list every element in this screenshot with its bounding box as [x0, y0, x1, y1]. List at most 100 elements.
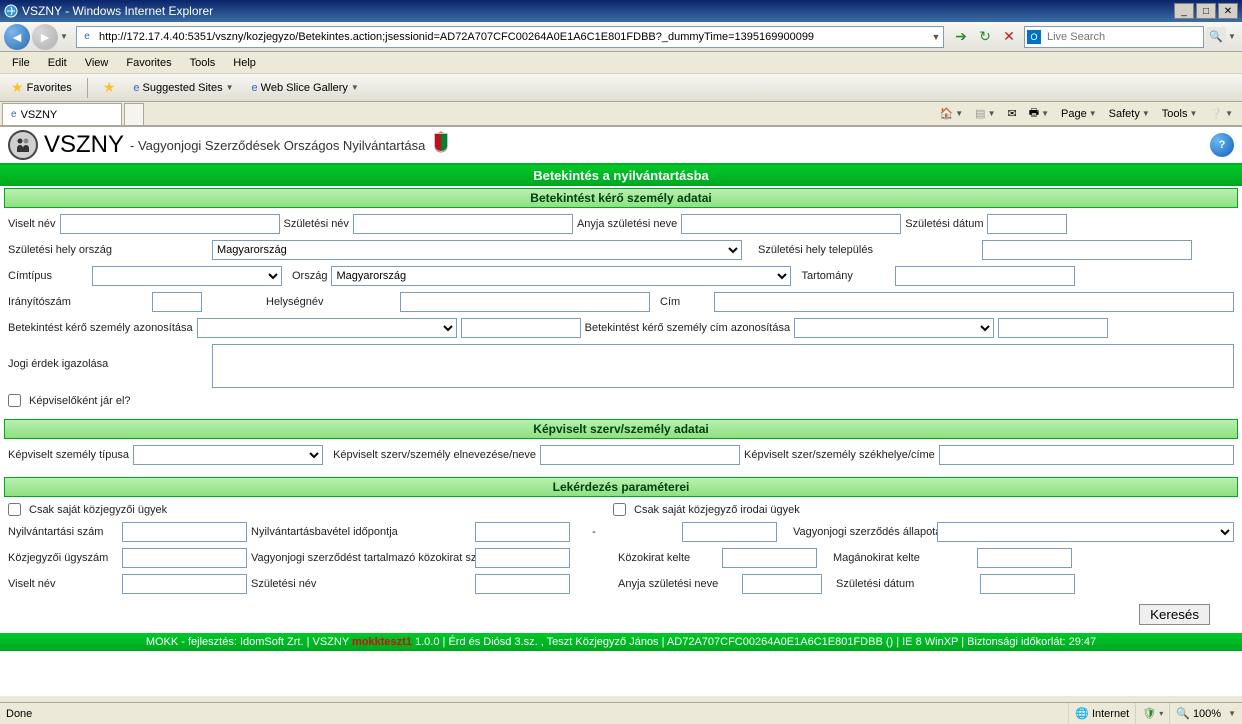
tools-menu[interactable]: Tools▼	[1157, 105, 1203, 123]
input-iranyitoszam[interactable]	[152, 292, 202, 312]
app-scroll-area[interactable]: Betekintés a nyilvántartásba Betekintést…	[0, 165, 1242, 695]
web-slice-gallery[interactable]: eWeb Slice Gallery▼	[245, 79, 366, 97]
input-szul-hely-telepules[interactable]	[982, 240, 1192, 260]
new-tab-button[interactable]	[124, 103, 144, 125]
tab-vszny[interactable]: e VSZNY	[2, 103, 122, 125]
search-input[interactable]	[1043, 31, 1203, 43]
refresh-button[interactable]: ↻	[974, 26, 996, 48]
input-anyja-neve[interactable]	[681, 214, 901, 234]
address-bar: e ▼	[76, 26, 944, 48]
label-kepviselokent: Képviselőként jár el?	[29, 395, 131, 407]
select-cim-azon[interactable]	[794, 318, 994, 338]
menu-view[interactable]: View	[77, 55, 117, 71]
forward-button[interactable]: ►	[32, 24, 58, 50]
search-box: O	[1024, 26, 1204, 48]
tab-label: VSZNY	[21, 109, 58, 121]
input-nyilv-ido-to[interactable]	[682, 522, 777, 542]
select-szul-hely-orszag[interactable]: Magyarország	[212, 240, 742, 260]
section-2-heading: Képviselt szerv/személy adatai	[4, 419, 1238, 439]
feeds-button[interactable]: ▤▼	[970, 104, 1000, 123]
page-menu[interactable]: Page▼	[1056, 105, 1102, 123]
input-cim[interactable]	[714, 292, 1234, 312]
input-q-szuletesi-nev[interactable]	[475, 574, 570, 594]
input-maganokirat-kelte[interactable]	[977, 548, 1072, 568]
input-cim-azon-val[interactable]	[998, 318, 1108, 338]
menu-file[interactable]: File	[4, 55, 38, 71]
minimize-button[interactable]: _	[1174, 3, 1194, 19]
search-provider-dropdown[interactable]: ▼	[1228, 32, 1238, 41]
input-kepviselt-nev[interactable]	[540, 445, 740, 465]
input-nyilv-ido-from[interactable]	[475, 522, 570, 542]
select-azon[interactable]	[197, 318, 457, 338]
input-helysegnev[interactable]	[400, 292, 650, 312]
input-q-anyja-neve[interactable]	[742, 574, 822, 594]
menu-tools[interactable]: Tools	[182, 55, 224, 71]
label-q-szuletesi-datum: Születési dátum	[836, 578, 976, 590]
maximize-button[interactable]: □	[1196, 3, 1216, 19]
input-azon-val[interactable]	[461, 318, 581, 338]
printer-icon: 🖶	[1029, 104, 1039, 123]
input-szuletesi-nev[interactable]	[353, 214, 573, 234]
app-title: VSZNY	[44, 131, 124, 159]
label-azon: Betekintést kérő személy azonosítása	[8, 322, 193, 334]
input-q-szuletesi-datum[interactable]	[980, 574, 1075, 594]
input-kozjegyzoi-ugyszam[interactable]	[122, 548, 247, 568]
mail-button[interactable]: ✉	[1003, 104, 1022, 123]
label-szul-hely-telepules: Születési hely település	[758, 244, 978, 256]
url-dropdown[interactable]: ▼	[929, 32, 943, 42]
safety-menu[interactable]: Safety▼	[1104, 105, 1155, 123]
label-iranyitoszam: Irányítószám	[8, 296, 148, 308]
label-cim-azon: Betekintést kérő személy cím azonosítása	[585, 322, 790, 334]
help-icon: ❔	[1209, 107, 1223, 120]
label-viselt-nev: Viselt név	[8, 218, 56, 230]
menu-favorites[interactable]: Favorites	[118, 55, 179, 71]
app-footer: MOKK - fejlesztés: IdomSoft Zrt. | VSZNY…	[0, 633, 1242, 651]
checkbox-csak-sajat-irodai[interactable]	[613, 503, 626, 516]
print-button[interactable]: 🖶▼	[1024, 101, 1054, 126]
label-q-viselt-nev: Viselt név	[8, 578, 118, 590]
home-button[interactable]: 🏠▼	[935, 104, 969, 123]
input-kozokirat-kelte[interactable]	[722, 548, 817, 568]
back-button[interactable]: ◄	[4, 24, 30, 50]
checkbox-kepviselokent[interactable]	[8, 394, 21, 407]
input-szuletesi-datum[interactable]	[987, 214, 1067, 234]
checkbox-csak-sajat[interactable]	[8, 503, 21, 516]
input-kozokirat-szam[interactable]	[475, 548, 570, 568]
select-orszag[interactable]: Magyarország	[331, 266, 791, 286]
select-szerz-allapot[interactable]	[937, 522, 1234, 542]
input-q-viselt-nev[interactable]	[122, 574, 247, 594]
page-icon: e	[79, 29, 95, 45]
label-jogi-erdek: Jogi érdek igazolása	[8, 344, 208, 370]
favorites-button[interactable]: ★Favorites	[4, 76, 79, 99]
menu-help[interactable]: Help	[225, 55, 264, 71]
add-favorites-button[interactable]: ★	[96, 76, 123, 99]
go-button[interactable]: ➔	[950, 26, 972, 48]
label-anyja-neve: Anyja születési neve	[577, 218, 677, 230]
separator	[87, 78, 88, 98]
window-titlebar: VSZNY - Windows Internet Explorer _ □ ✕	[0, 0, 1242, 22]
label-csak-sajat-irodai: Csak saját közjegyző irodai ügyek	[634, 504, 800, 516]
suggested-sites[interactable]: eSuggested Sites▼	[126, 79, 240, 97]
window-title: VSZNY - Windows Internet Explorer	[22, 4, 1174, 18]
zoom-control[interactable]: 🔍100%▼	[1169, 703, 1242, 724]
input-tartomany[interactable]	[895, 266, 1075, 286]
select-cimtipus[interactable]	[92, 266, 282, 286]
history-dropdown[interactable]: ▼	[60, 32, 70, 41]
url-input[interactable]	[97, 27, 929, 47]
stop-button[interactable]: ✕	[998, 26, 1020, 48]
search-button[interactable]: Keresés	[1139, 604, 1210, 625]
label-q-szuletesi-nev: Születési név	[251, 578, 471, 590]
close-button[interactable]: ✕	[1218, 3, 1238, 19]
help-menu-button[interactable]: ❔▼	[1204, 104, 1238, 123]
menu-edit[interactable]: Edit	[40, 55, 75, 71]
input-kepviselt-szekhely[interactable]	[939, 445, 1234, 465]
label-csak-sajat: Csak saját közjegyzői ügyek	[29, 504, 609, 516]
favorites-bar: ★Favorites ★ eSuggested Sites▼ eWeb Slic…	[0, 74, 1242, 102]
help-button[interactable]: ?	[1210, 133, 1234, 157]
label-nyilv-ido: Nyilvántartásbavétel időpontja	[251, 526, 471, 538]
input-viselt-nev[interactable]	[60, 214, 280, 234]
input-nyilv-szam[interactable]	[122, 522, 247, 542]
textarea-jogi-erdek[interactable]	[212, 344, 1234, 388]
select-kepviselt-tipus[interactable]	[133, 445, 323, 465]
search-go-button[interactable]: 🔍	[1206, 27, 1226, 47]
